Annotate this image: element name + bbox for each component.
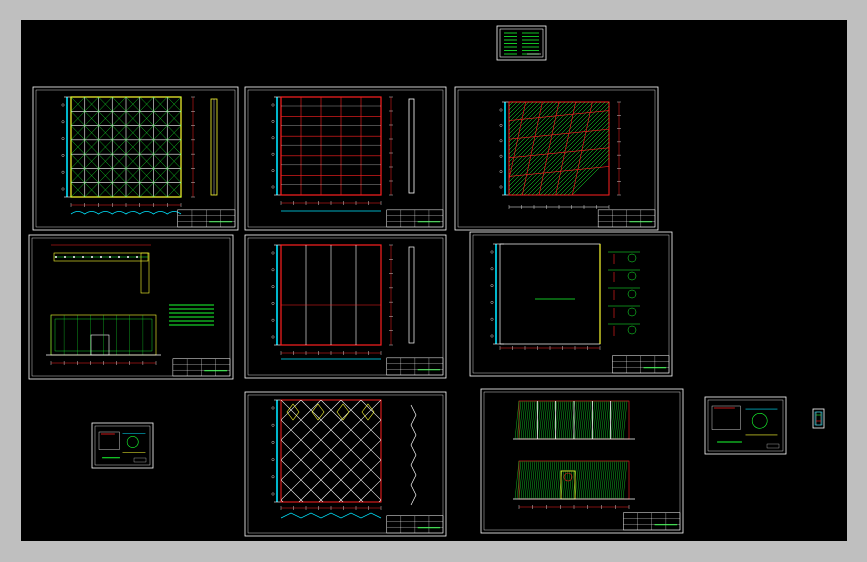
sheet-s6[interactable]: [469, 231, 673, 377]
cad-model-space: [28, 25, 825, 537]
sheet-s4[interactable]: [28, 234, 234, 380]
sheet-s7[interactable]: [59, 391, 603, 537]
sheet-s2[interactable]: [244, 86, 447, 231]
drawing-canvas[interactable]: [21, 20, 847, 541]
sheet-d3[interactable]: [812, 408, 825, 429]
sheet-d2[interactable]: [704, 396, 787, 455]
sheet-s1[interactable]: [32, 86, 239, 231]
sheet-cover[interactable]: [496, 25, 547, 61]
sheet-s5[interactable]: [244, 234, 447, 379]
sheet-s8[interactable]: [480, 388, 684, 534]
sheet-s3[interactable]: [336, 86, 665, 231]
sheet-d1[interactable]: [91, 422, 154, 469]
